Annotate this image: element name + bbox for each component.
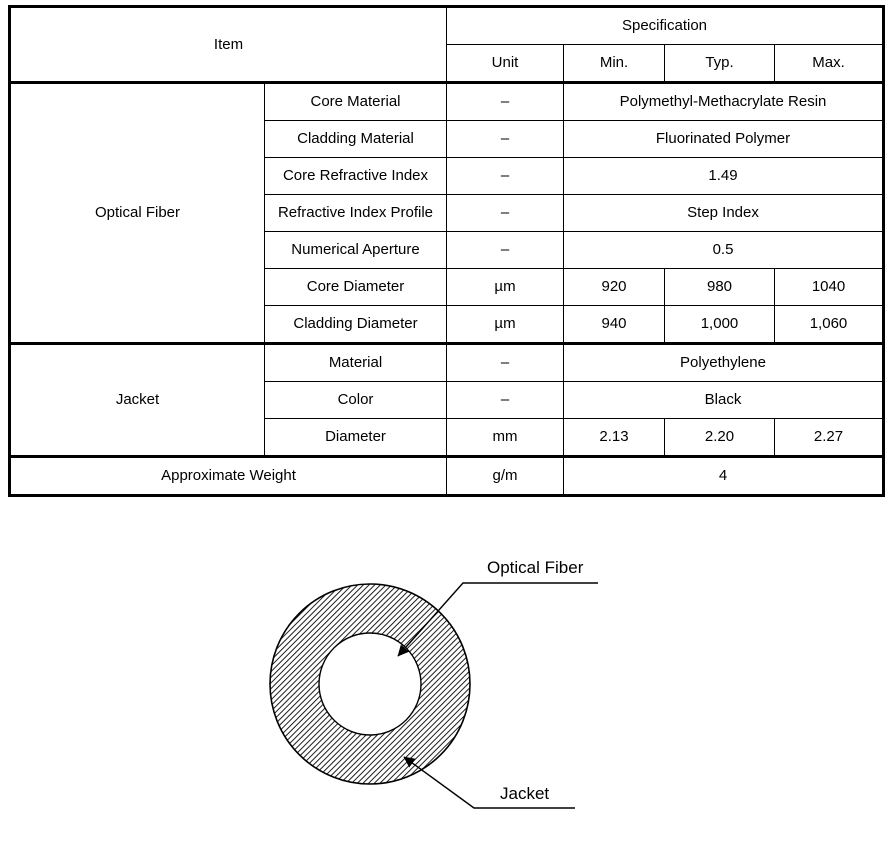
row-min: 940	[563, 305, 665, 345]
row-max: 1040	[774, 268, 884, 306]
group-label-jacket: Jacket	[9, 343, 265, 458]
table-header-row: Item Specification	[9, 6, 884, 84]
row-unit: –	[446, 381, 564, 419]
row-unit: –	[446, 120, 564, 158]
footer-item: Approximate Weight	[9, 456, 447, 496]
row-unit: –	[446, 157, 564, 195]
specification-table-container: Item Specification Unit Min. Typ. Max. O…	[8, 5, 885, 497]
footer-value: 4	[563, 456, 884, 496]
row-unit: –	[446, 231, 564, 269]
table-row: Jacket Material – Polyethylene	[9, 343, 884, 458]
row-min: 2.13	[563, 418, 665, 458]
table-row: Optical Fiber Core Material – Polymethyl…	[9, 82, 884, 345]
jacket-annulus	[0, 512, 891, 842]
header-specification: Specification	[446, 6, 884, 45]
header-item: Item	[9, 6, 447, 84]
row-item: Cladding Diameter	[264, 305, 447, 345]
row-typ: 980	[664, 268, 775, 306]
specification-table: Item Specification Unit Min. Typ. Max. O…	[8, 5, 885, 497]
row-item: Core Diameter	[264, 268, 447, 306]
row-item: Numerical Aperture	[264, 231, 447, 269]
row-unit: µm	[446, 268, 564, 306]
row-unit: –	[446, 194, 564, 232]
row-min: 920	[563, 268, 665, 306]
row-item: Core Refractive Index	[264, 157, 447, 195]
header-max: Max.	[774, 44, 884, 84]
row-value-span: 0.5	[563, 231, 884, 269]
row-unit: –	[446, 343, 564, 382]
row-value-span: Black	[563, 381, 884, 419]
optical-fiber-label: Optical Fiber	[487, 558, 584, 577]
row-typ: 1,000	[664, 305, 775, 345]
row-unit: µm	[446, 305, 564, 345]
group-label-optical-fiber: Optical Fiber	[9, 82, 265, 345]
row-value-span: Polyethylene	[563, 343, 884, 382]
header-unit: Unit	[446, 44, 564, 84]
row-typ: 2.20	[664, 418, 775, 458]
row-item: Color	[264, 381, 447, 419]
header-min: Min.	[563, 44, 665, 84]
jacket-label: Jacket	[500, 784, 549, 803]
header-typ: Typ.	[664, 44, 775, 84]
row-item: Core Material	[264, 82, 447, 121]
row-unit: mm	[446, 418, 564, 458]
row-item: Material	[264, 343, 447, 382]
row-value-span: 1.49	[563, 157, 884, 195]
row-item: Cladding Material	[264, 120, 447, 158]
row-value-span: Polymethyl-Methacrylate Resin	[563, 82, 884, 121]
row-unit: –	[446, 82, 564, 121]
row-max: 2.27	[774, 418, 884, 458]
table-footer-row: Approximate Weight g/m 4	[9, 456, 884, 496]
row-item: Refractive Index Profile	[264, 194, 447, 232]
row-max: 1,060	[774, 305, 884, 345]
row-value-span: Step Index	[563, 194, 884, 232]
footer-unit: g/m	[446, 456, 564, 496]
cable-cross-section-diagram: Optical Fiber Jacket	[0, 512, 891, 842]
row-item: Diameter	[264, 418, 447, 458]
row-value-span: Fluorinated Polymer	[563, 120, 884, 158]
